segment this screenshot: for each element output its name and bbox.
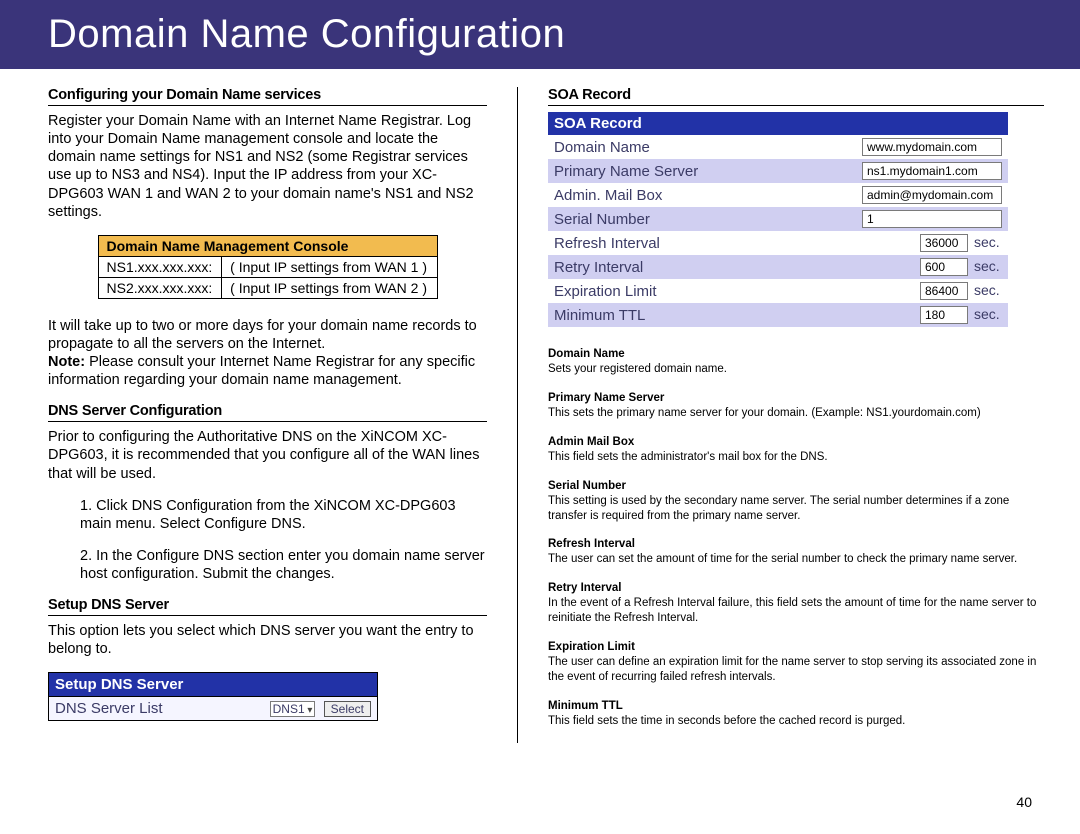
console-ns1-label: NS1.xxx.xxx.xxx: xyxy=(98,256,222,277)
two-column-layout: Configuring your Domain Name services Re… xyxy=(0,69,1080,743)
page-banner: Domain Name Configuration xyxy=(0,0,1080,69)
soa-record-panel: SOA Record Domain Name Primary Name Serv… xyxy=(548,112,1008,327)
heading-soa-record: SOA Record xyxy=(548,87,1044,106)
dns-server-select[interactable]: DNS1 xyxy=(270,701,316,717)
def-desc: This sets the primary name server for yo… xyxy=(548,407,981,419)
step-1: 1. Click DNS Configuration from the XiNC… xyxy=(48,497,487,533)
table-row: Retry Interval sec. xyxy=(548,255,1008,279)
table-row: NS1.xxx.xxx.xxx: ( Input IP settings fro… xyxy=(98,256,437,277)
propagation-text: It will take up to two or more days for … xyxy=(48,318,477,352)
table-row: Serial Number xyxy=(548,207,1008,231)
paragraph-propagation-note: It will take up to two or more days for … xyxy=(48,317,487,390)
soa-serial-label: Serial Number xyxy=(548,207,781,231)
def-desc: The user can set the amount of time for … xyxy=(548,553,1017,565)
soa-expiration-label: Expiration Limit xyxy=(548,279,781,303)
domain-name-management-console-table: Domain Name Management Console NS1.xxx.x… xyxy=(98,235,438,299)
table-row: Primary Name Server xyxy=(548,159,1008,183)
def-term: Primary Name Server xyxy=(548,391,1044,406)
def-term: Refresh Interval xyxy=(548,537,1044,552)
paragraph-dns-config-intro: Prior to configuring the Authoritative D… xyxy=(48,428,487,482)
def-term: Minimum TTL xyxy=(548,699,1044,714)
table-row: NS2.xxx.xxx.xxx: ( Input IP settings fro… xyxy=(98,277,437,298)
note-label: Note: xyxy=(48,354,85,370)
setup-dns-server-panel: Setup DNS Server DNS Server List DNS1 Se… xyxy=(48,672,378,721)
heading-configuring-dns-services: Configuring your Domain Name services xyxy=(48,87,487,106)
unit-sec: sec. xyxy=(974,234,1002,250)
soa-expiration-input[interactable] xyxy=(920,282,968,300)
soa-admin-mailbox-input[interactable] xyxy=(862,186,1002,204)
table-row: Minimum TTL sec. xyxy=(548,303,1008,327)
soa-min-ttl-label: Minimum TTL xyxy=(548,303,781,327)
unit-sec: sec. xyxy=(974,306,1002,322)
soa-retry-label: Retry Interval xyxy=(548,255,781,279)
def-term: Serial Number xyxy=(548,479,1044,494)
select-button[interactable]: Select xyxy=(324,701,371,717)
heading-dns-server-config: DNS Server Configuration xyxy=(48,403,487,422)
soa-min-ttl-input[interactable] xyxy=(920,306,968,324)
soa-primary-ns-input[interactable] xyxy=(862,162,1002,180)
def-term: Retry Interval xyxy=(548,581,1044,596)
page-title: Domain Name Configuration xyxy=(48,12,565,56)
def-term: Domain Name xyxy=(548,347,1044,362)
console-table-title: Domain Name Management Console xyxy=(98,235,437,256)
def-desc: In the event of a Refresh Interval failu… xyxy=(548,597,1036,624)
soa-serial-input[interactable] xyxy=(862,210,1002,228)
console-ns2-label: NS2.xxx.xxx.xxx: xyxy=(98,277,222,298)
soa-domain-name-label: Domain Name xyxy=(548,135,781,159)
table-row: Refresh Interval sec. xyxy=(548,231,1008,255)
def-term: Admin Mail Box xyxy=(548,435,1044,450)
def-desc: This field sets the administrator's mail… xyxy=(548,451,828,463)
soa-panel-title: SOA Record xyxy=(548,112,1008,135)
soa-refresh-input[interactable] xyxy=(920,234,968,252)
right-column: SOA Record SOA Record Domain Name Primar… xyxy=(518,87,1044,743)
table-row: Domain Name xyxy=(548,135,1008,159)
soa-admin-mailbox-label: Admin. Mail Box xyxy=(548,183,781,207)
panel-title: Setup DNS Server xyxy=(49,673,378,697)
definitions-block: Domain NameSets your registered domain n… xyxy=(548,347,1044,729)
step-2: 2. In the Configure DNS section enter yo… xyxy=(48,547,487,583)
heading-setup-dns-server: Setup DNS Server xyxy=(48,597,487,616)
paragraph-register-domain: Register your Domain Name with an Intern… xyxy=(48,112,487,221)
def-desc: Sets your registered domain name. xyxy=(548,363,727,375)
soa-primary-ns-label: Primary Name Server xyxy=(548,159,781,183)
paragraph-setup-dns: This option lets you select which DNS se… xyxy=(48,622,487,658)
def-desc: This field sets the time in seconds befo… xyxy=(548,715,905,727)
console-ns2-value: ( Input IP settings from WAN 2 ) xyxy=(222,277,437,298)
console-ns1-value: ( Input IP settings from WAN 1 ) xyxy=(222,256,437,277)
def-desc: This setting is used by the secondary na… xyxy=(548,495,1009,522)
dns-server-list-label: DNS Server List xyxy=(49,697,218,721)
table-row: Admin. Mail Box xyxy=(548,183,1008,207)
page-number: 40 xyxy=(1016,794,1032,810)
unit-sec: sec. xyxy=(974,258,1002,274)
def-desc: The user can define an expiration limit … xyxy=(548,656,1036,683)
soa-refresh-label: Refresh Interval xyxy=(548,231,781,255)
def-term: Expiration Limit xyxy=(548,640,1044,655)
soa-retry-input[interactable] xyxy=(920,258,968,276)
soa-domain-name-input[interactable] xyxy=(862,138,1002,156)
unit-sec: sec. xyxy=(974,282,1002,298)
left-column: Configuring your Domain Name services Re… xyxy=(48,87,518,743)
note-text: Please consult your Internet Name Regist… xyxy=(48,354,475,388)
table-row: Expiration Limit sec. xyxy=(548,279,1008,303)
